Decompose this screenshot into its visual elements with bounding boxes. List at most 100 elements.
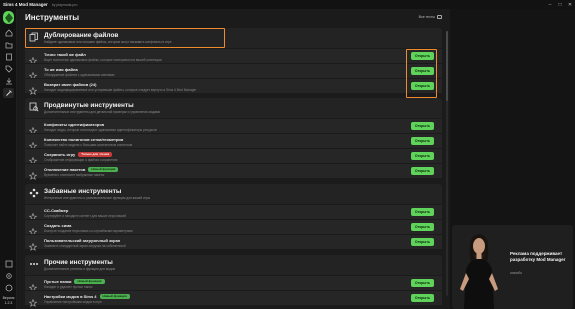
more-dots-icon: [28, 258, 40, 270]
tool-name: Пользовательский загрузочный экран: [44, 238, 120, 243]
external-link-icon: [437, 15, 442, 19]
section-description: Дополнительные инструменты для детальной…: [44, 110, 161, 114]
tool-name-text: Возврат имен файлов (24): [44, 81, 97, 87]
section-duplicate-files: Дублирование файлов Найдите одинаковые и…: [25, 28, 442, 95]
close-icon[interactable]: ✕: [565, 0, 575, 9]
ad-subtitle: спасибо: [510, 271, 523, 275]
favorite-star-icon[interactable]: [28, 137, 38, 150]
plumbob-logo-icon[interactable]: [3, 11, 14, 24]
download-icon[interactable]: [3, 76, 14, 86]
tool-description: Находит и удаляет пустые папки: [44, 284, 93, 289]
tool-name-text: Отключение пакетов: [44, 166, 86, 172]
scrollbar[interactable]: [446, 31, 448, 296]
settings-gear-icon[interactable]: [3, 271, 14, 281]
folder-icon[interactable]: [3, 40, 14, 50]
open-button[interactable]: Открыть: [411, 294, 434, 302]
section-description: Найдите одинаковые или похожие файлы, ко…: [44, 40, 172, 44]
tool-description: Управление настройками модов в игре: [44, 299, 102, 304]
favorite-star-icon[interactable]: [28, 67, 38, 80]
home-icon[interactable]: [3, 28, 14, 38]
favorite-star-icon[interactable]: [28, 82, 38, 95]
open-button[interactable]: Открыть: [411, 208, 434, 216]
tool-description: Обнаружение файлов с одинаковыми именами: [44, 72, 115, 77]
help-icon[interactable]: [3, 283, 14, 293]
new-feature-badge: Новый функция: [88, 166, 119, 172]
tool-name-text: Создать сима: [44, 222, 72, 228]
tool-name: Сохранить игру Только для чтения: [44, 151, 113, 157]
open-button[interactable]: Открыть: [411, 52, 434, 60]
open-button[interactable]: Открыть: [411, 238, 434, 246]
minimize-icon[interactable]: –: [545, 0, 555, 9]
ad-title: Реклама поддерживает разработку Mod Mana…: [510, 251, 566, 262]
open-button[interactable]: Открыть: [411, 223, 434, 231]
ad-card[interactable]: Реклама поддерживает разработку Mod Mana…: [452, 225, 573, 309]
tool-description: Замените стандартный экран загрузки на с…: [44, 243, 126, 248]
scrollbar-thumb[interactable]: [446, 31, 448, 101]
ad-panel: Реклама поддерживает разработку Mod Mana…: [450, 9, 575, 309]
version-value: 1.2.3: [4, 301, 13, 305]
app-title: Sims 4 Mod Manager: [3, 2, 48, 7]
tool-name: Конфликты идентификаторов: [44, 122, 104, 127]
tool-row: Сохранить игру Только для чтения Отображе…: [25, 148, 442, 165]
favorite-star-icon[interactable]: [28, 167, 38, 180]
favorite-star-icon[interactable]: [28, 238, 38, 251]
open-button[interactable]: Открыть: [411, 82, 434, 90]
title-bar: Sims 4 Mod Manager by playmods.pro – □ ✕: [0, 0, 575, 9]
tool-description: Находит моды, которые используют одинако…: [44, 127, 157, 132]
tool-description: Временно отключите выбранные пакеты: [44, 172, 105, 177]
favorite-star-icon[interactable]: [28, 208, 38, 221]
files-icon[interactable]: [3, 52, 14, 62]
tool-name: Количество полигонов сетки/геометрии: [44, 137, 123, 142]
all-tests-link[interactable]: Все тесты: [419, 15, 442, 19]
tools-icon[interactable]: [3, 88, 14, 98]
favorite-star-icon[interactable]: [28, 223, 38, 236]
section-advanced-tools: Продвинутые инструменты Дополнительные и…: [25, 98, 442, 180]
tool-description: Быстрое создание персонажа со случайными…: [44, 228, 133, 233]
section-header: Дублирование файлов Найдите одинаковые и…: [25, 28, 442, 48]
page-title: Инструменты: [25, 13, 80, 22]
maximize-icon[interactable]: □: [555, 0, 565, 9]
tool-name: Отключение пакетов Новый функция: [44, 166, 119, 172]
tool-name-text: CC-Скаймер: [44, 207, 69, 213]
tool-description: Сортируйте и находите контент для ваших …: [44, 213, 127, 218]
tool-row: Конфликты идентификаторов Находит моды, …: [25, 118, 442, 135]
new-feature-badge: Новый функция: [74, 278, 105, 284]
favorite-star-icon[interactable]: [28, 279, 38, 292]
tool-name-text: Пользовательский загрузочный экран: [44, 237, 121, 243]
tool-row: Точно такой же файл Ищет полностью одина…: [25, 48, 442, 65]
tool-row: Настройки модов в Sims 4 Новый функция Уп…: [25, 290, 442, 307]
ad-person-image: [460, 234, 498, 309]
section-title: Забавные инструменты: [44, 188, 122, 195]
section-fun-tools: Забавные инструменты Интересные инструме…: [25, 184, 442, 251]
open-button[interactable]: Открыть: [411, 167, 434, 175]
favorite-star-icon[interactable]: [28, 152, 38, 165]
tool-name: Возврат имен файлов (24): [44, 82, 96, 87]
window-controls: – □ ✕: [545, 0, 575, 9]
open-button[interactable]: Открыть: [411, 67, 434, 75]
tag-icon[interactable]: [3, 64, 14, 74]
duplicate-files-icon: [28, 31, 40, 43]
tool-name: То же имя файла: [44, 67, 78, 72]
open-button[interactable]: Открыть: [411, 279, 434, 287]
section-header: Прочие инструменты Дополнительные утилит…: [25, 255, 442, 275]
favorite-star-icon[interactable]: [28, 294, 38, 307]
open-button[interactable]: Открыть: [411, 137, 434, 145]
section-description: Дополнительные утилиты и функции для мод…: [44, 267, 116, 271]
save-icon[interactable]: [3, 259, 14, 269]
advanced-tools-icon: [28, 101, 40, 113]
app-subtitle: by playmods.pro: [51, 2, 78, 7]
tool-row: То же имя файла Обнаружение файлов с оди…: [25, 63, 442, 80]
tool-name-text: Точно такой же файл: [44, 51, 86, 57]
section-header: Продвинутые инструменты Дополнительные и…: [25, 98, 442, 118]
open-button[interactable]: Открыть: [411, 152, 434, 160]
tool-row: Возврат имен файлов (24) Находит модифиц…: [25, 78, 442, 95]
tool-row: Количество полигонов сетки/геометрии Пом…: [25, 133, 442, 150]
tool-row: Создать сима Быстрое создание персонажа …: [25, 219, 442, 236]
tool-name: Пустые папки Новый функция: [44, 278, 105, 284]
favorite-star-icon[interactable]: [28, 52, 38, 65]
open-button[interactable]: Открыть: [411, 122, 434, 130]
tool-name-text: Настройки модов в Sims 4: [44, 293, 97, 299]
favorite-star-icon[interactable]: [28, 122, 38, 135]
section-title: Продвинутые инструменты: [44, 102, 134, 109]
tool-name: CC-Скаймер: [44, 208, 68, 213]
